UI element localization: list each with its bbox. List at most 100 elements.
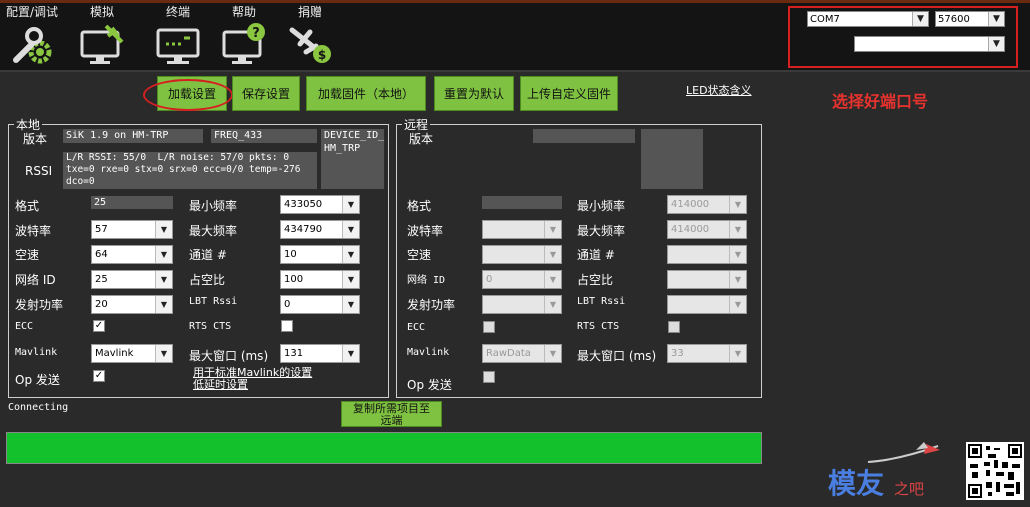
chevron-down-icon[interactable]: ▼ (342, 271, 359, 288)
chevron-down-icon[interactable]: ▼ (155, 246, 172, 263)
remote-duty-select[interactable]: ▼ (667, 270, 747, 289)
mavlink-select[interactable]: Mavlink ▼ (91, 344, 173, 363)
copy-to-remote-button[interactable]: 复制所需项目至 远端 (341, 401, 442, 427)
remote-baud-select[interactable]: ▼ (482, 220, 562, 239)
txpower-select[interactable]: 20 ▼ (91, 295, 173, 314)
remote-group: 远程 版本 格式 波特率 ▼ 空速 ▼ 网络 ID 0 ▼ 发射功率 ▼ ECC … (396, 116, 762, 398)
baud-value: 57 (95, 224, 108, 235)
channels-select[interactable]: 10 ▼ (280, 245, 360, 264)
rssi-label: RSSI (25, 164, 53, 178)
remote-rts-cts-checkbox[interactable] (668, 321, 680, 333)
chevron-down-icon[interactable]: ▼ (155, 345, 172, 362)
help-monitor-icon: ? (222, 23, 265, 64)
remote-channels-select[interactable]: ▼ (667, 245, 747, 264)
remote-minfreq-select[interactable]: 414000 ▼ (667, 195, 747, 214)
progress-bar (6, 432, 762, 464)
chevron-down-icon[interactable]: ▼ (155, 296, 172, 313)
chevron-down-icon[interactable]: ▼ (729, 296, 746, 313)
chevron-down-icon[interactable]: ▼ (988, 37, 1004, 51)
svg-text:$: $ (318, 48, 326, 62)
remote-maxfreq-value: 414000 (671, 224, 710, 235)
load-firmware-local-button[interactable]: 加载固件（本地） (306, 76, 426, 111)
ecc-label: ECC (15, 321, 34, 332)
remote-duty-label: 占空比 (577, 273, 614, 287)
remote-maxfreq-select[interactable]: 414000 ▼ (667, 220, 747, 239)
menu-help[interactable]: 帮助 ? (212, 5, 276, 66)
minfreq-select[interactable]: 433050 ▼ (280, 195, 360, 214)
remote-format-value (482, 196, 562, 209)
ecc-checkbox[interactable]: ✓ (93, 320, 105, 332)
chevron-down-icon[interactable]: ▼ (912, 12, 928, 26)
chevron-down-icon[interactable]: ▼ (342, 296, 359, 313)
chevron-down-icon[interactable]: ▼ (155, 221, 172, 238)
chevron-down-icon[interactable]: ▼ (342, 196, 359, 213)
remote-channels-label: 通道 # (577, 248, 615, 262)
netid-select[interactable]: 25 ▼ (91, 270, 173, 289)
baud-label: 波特率 (15, 224, 52, 238)
chevron-down-icon[interactable]: ▼ (729, 246, 746, 263)
menu-terminal[interactable]: 终端 (146, 5, 210, 66)
menu-config-label: 配置/调试 (5, 5, 59, 19)
txpower-label: 发射功率 (15, 298, 64, 312)
wrench-gear-icon (13, 27, 52, 64)
maxfreq-select[interactable]: 434790 ▼ (280, 220, 360, 239)
maxwin-select[interactable]: 131 ▼ (280, 344, 360, 363)
lbt-value: 0 (284, 299, 291, 310)
port-annotation: 选择好端口号 (832, 92, 929, 111)
chevron-down-icon[interactable]: ▼ (544, 345, 561, 362)
remote-version-label: 版本 (409, 132, 434, 146)
airspeed-select[interactable]: 64 ▼ (91, 245, 173, 264)
menu-simulation[interactable]: 模拟 (70, 5, 134, 66)
chevron-down-icon[interactable]: ▼ (729, 221, 746, 238)
chevron-down-icon[interactable]: ▼ (342, 345, 359, 362)
remote-maxwin-select[interactable]: 33 ▼ (667, 344, 747, 363)
minfreq-label: 最小频率 (189, 199, 238, 213)
menu-config-tuning[interactable]: 配置/调试 (0, 5, 64, 66)
duty-select[interactable]: 100 ▼ (280, 270, 360, 289)
remote-netid-select[interactable]: 0 ▼ (482, 270, 562, 289)
remote-airspeed-select[interactable]: ▼ (482, 245, 562, 264)
format-label: 格式 (15, 199, 40, 213)
qr-code-icon (966, 442, 1024, 500)
mavlink-preset-link[interactable]: 用于标准Mavlink的设置 低延时设置 (193, 367, 312, 391)
op-send-checkbox[interactable]: ✓ (93, 370, 105, 382)
chevron-down-icon[interactable]: ▼ (342, 246, 359, 263)
com-port-value: COM7 (810, 14, 840, 25)
maxfreq-label: 最大频率 (189, 224, 238, 238)
chevron-down-icon[interactable]: ▼ (729, 196, 746, 213)
chevron-down-icon[interactable]: ▼ (988, 12, 1004, 26)
chevron-down-icon[interactable]: ▼ (544, 296, 561, 313)
remote-airspeed-label: 空速 (407, 248, 432, 262)
remote-txpower-select[interactable]: ▼ (482, 295, 562, 314)
remote-op-send-checkbox[interactable] (483, 371, 495, 383)
remote-mavlink-select[interactable]: RawData ▼ (482, 344, 562, 363)
airspeed-value: 64 (95, 249, 108, 260)
com-port-select[interactable]: COM7 ▼ (807, 11, 929, 27)
rts-cts-checkbox[interactable] (281, 320, 293, 332)
watermark-sub: 之吧 (894, 480, 925, 498)
remote-ecc-checkbox[interactable] (483, 321, 495, 333)
remote-lbt-select[interactable]: ▼ (667, 295, 747, 314)
chevron-down-icon[interactable]: ▼ (155, 271, 172, 288)
save-settings-button[interactable]: 保存设置 (232, 76, 300, 111)
chevron-down-icon[interactable]: ▼ (544, 246, 561, 263)
baud-select[interactable]: 57 ▼ (91, 220, 173, 239)
chevron-down-icon[interactable]: ▼ (729, 271, 746, 288)
remote-maxwin-value: 33 (671, 348, 684, 359)
watermark-logo: 模友 之吧 (828, 440, 943, 500)
reset-defaults-button[interactable]: 重置为默认 (434, 76, 514, 111)
svg-text:?: ? (252, 26, 260, 41)
monitor-plane-icon (80, 24, 124, 64)
led-status-link[interactable]: LED状态含义 (686, 82, 752, 98)
aux-port-select[interactable]: ▼ (854, 36, 1005, 52)
chevron-down-icon[interactable]: ▼ (544, 271, 561, 288)
donate-plane-icon: $ (289, 27, 331, 63)
chevron-down-icon[interactable]: ▼ (544, 221, 561, 238)
connection-status: Connecting (8, 402, 69, 413)
menu-donate[interactable]: 捐赠 $ (278, 5, 342, 66)
chevron-down-icon[interactable]: ▼ (729, 345, 746, 362)
baud-rate-select[interactable]: 57600 ▼ (935, 11, 1005, 27)
chevron-down-icon[interactable]: ▼ (342, 221, 359, 238)
upload-custom-firmware-button[interactable]: 上传自定义固件 (520, 76, 618, 111)
lbt-select[interactable]: 0 ▼ (280, 295, 360, 314)
